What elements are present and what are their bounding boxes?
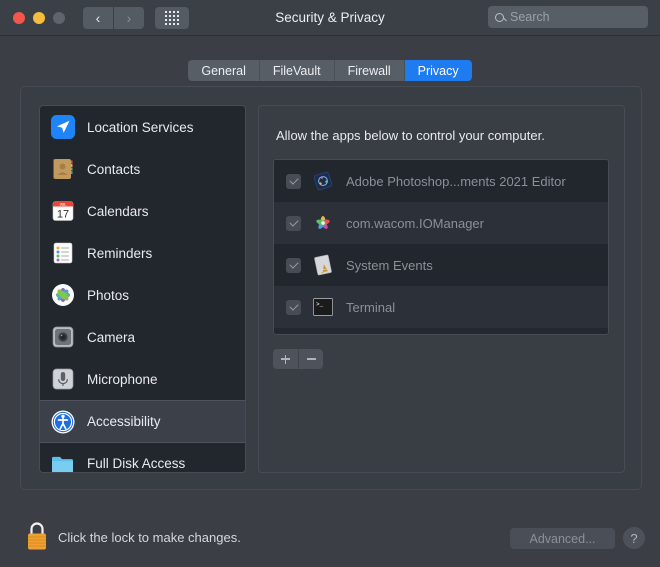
svg-text:17: 17 <box>57 209 69 221</box>
app-checkbox <box>286 257 301 273</box>
search-icon <box>495 12 504 22</box>
sidebar-item-label: Photos <box>87 287 130 303</box>
sidebar-item-label: Location Services <box>87 119 194 135</box>
chevron-left-icon: ‹ <box>95 9 101 26</box>
sidebar-item-calendars[interactable]: JUL 17 Calendars <box>40 190 245 232</box>
sidebar-item-accessibility[interactable]: Accessibility <box>40 400 245 442</box>
svg-text:JUL: JUL <box>60 203 68 207</box>
navigation-button-group: ‹ › <box>83 6 144 29</box>
close-button[interactable] <box>13 11 25 24</box>
photos-icon <box>50 282 76 308</box>
table-row[interactable]: com.wacom.IOManager <box>274 202 608 244</box>
privacy-content-panel: Location Services Contacts JUL 17 Calend… <box>20 86 642 490</box>
add-app-button[interactable] <box>273 349 298 369</box>
camera-icon <box>50 324 76 350</box>
grid-dots-icon <box>165 10 179 25</box>
app-checkbox <box>286 215 301 231</box>
sidebar-item-label: Camera <box>87 329 136 345</box>
accessibility-icon <box>50 409 76 435</box>
zoom-button <box>53 11 65 24</box>
remove-app-button[interactable] <box>298 349 323 369</box>
sidebar-item-label: Reminders <box>87 245 153 261</box>
tab-general-label: General <box>201 63 246 78</box>
app-name-label: Adobe Photoshop...ments 2021 Editor <box>346 173 566 189</box>
lock-instruction-label: Click the lock to make changes. <box>58 530 241 545</box>
back-button[interactable]: ‹ <box>83 6 113 29</box>
advanced-button: Advanced... <box>510 528 615 549</box>
tab-privacy[interactable]: Privacy <box>404 60 472 81</box>
search-field[interactable] <box>488 6 648 28</box>
sidebar-item-label: Accessibility <box>87 414 161 429</box>
minimize-button[interactable] <box>33 11 45 24</box>
window-titlebar: ‹ › Security & Privacy <box>0 0 660 36</box>
sidebar-item-full-disk-access[interactable]: Full Disk Access <box>40 442 245 472</box>
tab-firewall-label: Firewall <box>347 63 391 78</box>
tab-privacy-label: Privacy <box>417 63 459 78</box>
sidebar-item-camera[interactable]: Camera <box>40 316 245 358</box>
allow-description-label: Allow the apps below to control your com… <box>276 128 545 143</box>
table-row[interactable]: System Events <box>274 244 608 286</box>
sidebar-item-location-services[interactable]: Location Services <box>40 106 245 148</box>
tab-firewall[interactable]: Firewall <box>334 60 405 81</box>
full-disk-access-icon <box>50 451 76 472</box>
tab-bar: General FileVault Firewall Privacy <box>0 60 660 81</box>
sidebar-item-label: Calendars <box>87 203 149 219</box>
app-name-label: System Events <box>346 257 433 273</box>
terminal-icon: >_ <box>311 295 335 319</box>
advanced-button-label: Advanced... <box>529 531 596 546</box>
sidebar-item-contacts[interactable]: Contacts <box>40 148 245 190</box>
search-input[interactable] <box>510 10 641 24</box>
svg-text:>_: >_ <box>316 301 324 308</box>
allowed-apps-list[interactable]: Adobe Photoshop...ments 2021 Editor com.… <box>273 159 609 335</box>
app-name-label: Terminal <box>346 299 396 315</box>
accessibility-settings-panel: Allow the apps below to control your com… <box>258 105 625 473</box>
sidebar-item-label: Full Disk Access <box>87 456 186 471</box>
table-row[interactable]: Adobe Photoshop...ments 2021 Editor <box>274 160 608 202</box>
sidebar-item-label: Contacts <box>87 161 141 177</box>
tab-filevault-label: FileVault <box>272 63 321 78</box>
sidebar-item-microphone[interactable]: Microphone <box>40 358 245 400</box>
reminders-icon <box>50 240 76 266</box>
calendars-icon: JUL 17 <box>50 198 76 224</box>
traffic-light-group <box>13 11 65 24</box>
help-button[interactable]: ? <box>623 527 645 549</box>
app-checkbox <box>286 173 301 189</box>
chevron-right-icon: › <box>126 9 132 26</box>
location-services-icon <box>50 114 76 140</box>
microphone-icon <box>50 366 76 392</box>
system-events-icon <box>311 253 335 277</box>
tab-filevault[interactable]: FileVault <box>259 60 335 81</box>
contacts-icon <box>50 156 76 182</box>
table-row[interactable]: >_ Terminal <box>274 286 608 328</box>
app-checkbox <box>286 299 301 315</box>
add-remove-button-group <box>273 349 323 369</box>
help-icon: ? <box>630 530 638 546</box>
wacom-icon <box>311 211 335 235</box>
privacy-category-sidebar[interactable]: Location Services Contacts JUL 17 Calend… <box>39 105 246 473</box>
sidebar-item-photos[interactable]: Photos <box>40 274 245 316</box>
app-name-label: com.wacom.IOManager <box>346 215 484 231</box>
tab-general[interactable]: General <box>188 60 260 81</box>
forward-button: › <box>114 6 144 29</box>
lock-closed-icon[interactable] <box>24 519 50 553</box>
show-all-button[interactable] <box>155 6 189 29</box>
photoshop-elements-icon <box>311 169 335 193</box>
sidebar-item-reminders[interactable]: Reminders <box>40 232 245 274</box>
sidebar-item-label: Microphone <box>87 371 158 387</box>
